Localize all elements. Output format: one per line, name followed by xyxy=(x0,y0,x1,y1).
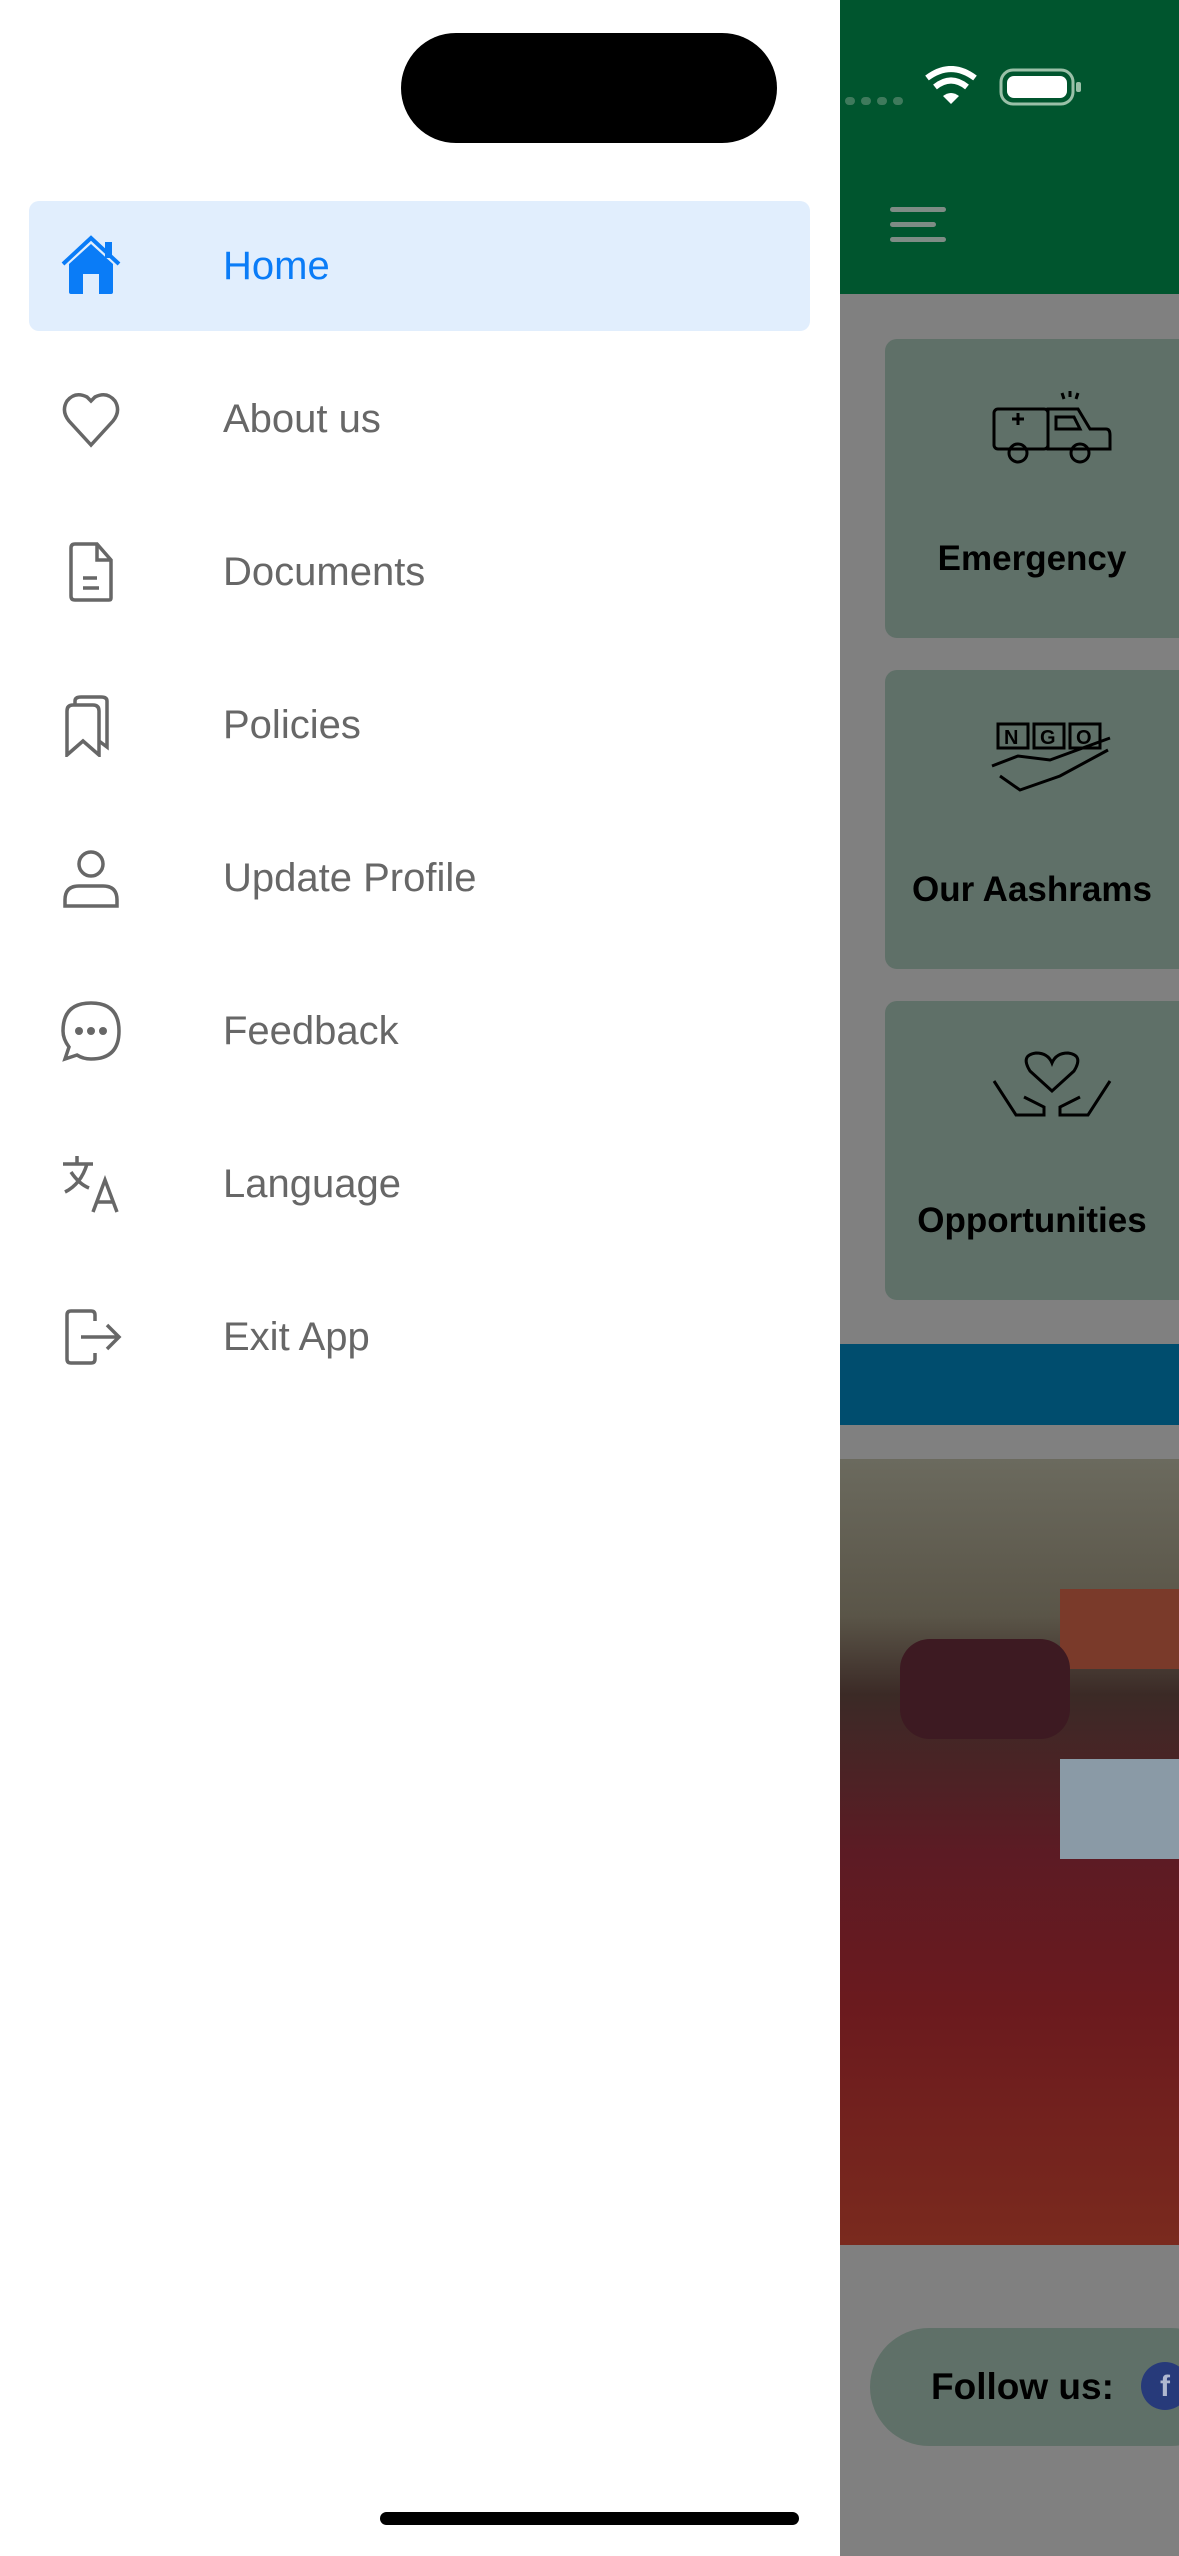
drawer-item-exit-app[interactable]: Exit App xyxy=(29,1272,810,1402)
blue-banner xyxy=(840,1344,1179,1425)
home-icon xyxy=(61,235,121,294)
drawer-item-label: Exit App xyxy=(223,1315,370,1359)
drawer-item-about-us[interactable]: About us xyxy=(29,354,810,484)
home-indicator[interactable] xyxy=(380,2512,799,2525)
person-icon xyxy=(63,850,119,908)
card-label: Emergency xyxy=(937,539,1127,578)
battery-icon xyxy=(999,68,1083,111)
card-label: Our Aashrams xyxy=(912,870,1152,909)
translate-icon xyxy=(63,1156,119,1213)
document-icon xyxy=(69,542,113,602)
wifi-icon xyxy=(925,66,977,111)
drawer-item-language[interactable]: Language xyxy=(29,1119,810,1249)
drawer-item-label: Policies xyxy=(223,703,361,747)
drawer-item-label: Documents xyxy=(223,550,426,594)
banner-photo xyxy=(840,1459,1179,2245)
follow-us-bar: Follow us: f xyxy=(870,2328,1179,2446)
drawer-item-update-profile[interactable]: Update Profile xyxy=(29,813,810,943)
opportunities-card[interactable]: Opportunities xyxy=(885,1001,1179,1300)
hands-heart-icon xyxy=(992,1051,1112,1117)
svg-text:N: N xyxy=(1004,727,1018,749)
drawer-item-documents[interactable]: Documents xyxy=(29,507,810,637)
svg-text:G: G xyxy=(1040,727,1056,749)
menu-icon[interactable] xyxy=(890,207,946,247)
drawer-item-label: Language xyxy=(223,1162,401,1206)
facebook-icon[interactable]: f xyxy=(1141,2362,1179,2410)
drawer-item-home[interactable]: Home xyxy=(29,201,810,331)
card-label: Opportunities xyxy=(917,1201,1147,1240)
signal-dots xyxy=(845,94,905,112)
side-drawer: Home About us Documents Policies Update … xyxy=(0,0,840,2556)
heart-icon xyxy=(62,393,120,448)
drawer-item-label: About us xyxy=(223,397,381,441)
exit-icon xyxy=(65,1309,122,1365)
svg-text:O: O xyxy=(1076,727,1092,749)
follow-us-label: Follow us: xyxy=(931,2366,1114,2407)
drawer-item-label: Feedback xyxy=(223,1009,399,1053)
dynamic-island xyxy=(401,33,777,143)
bookmarks-icon xyxy=(65,695,109,757)
emergency-card[interactable]: Emergency xyxy=(885,339,1179,638)
chat-bubble-icon xyxy=(61,1001,121,1062)
drawer-item-label: Update Profile xyxy=(223,856,477,900)
ambulance-icon xyxy=(992,391,1112,464)
drawer-item-policies[interactable]: Policies xyxy=(29,660,810,790)
our-aashrams-card[interactable]: NGO Our Aashrams xyxy=(885,670,1179,969)
drawer-item-label: Home xyxy=(223,244,330,288)
drawer-item-feedback[interactable]: Feedback xyxy=(29,966,810,1096)
ngo-hand-icon: NGO xyxy=(991,722,1111,792)
